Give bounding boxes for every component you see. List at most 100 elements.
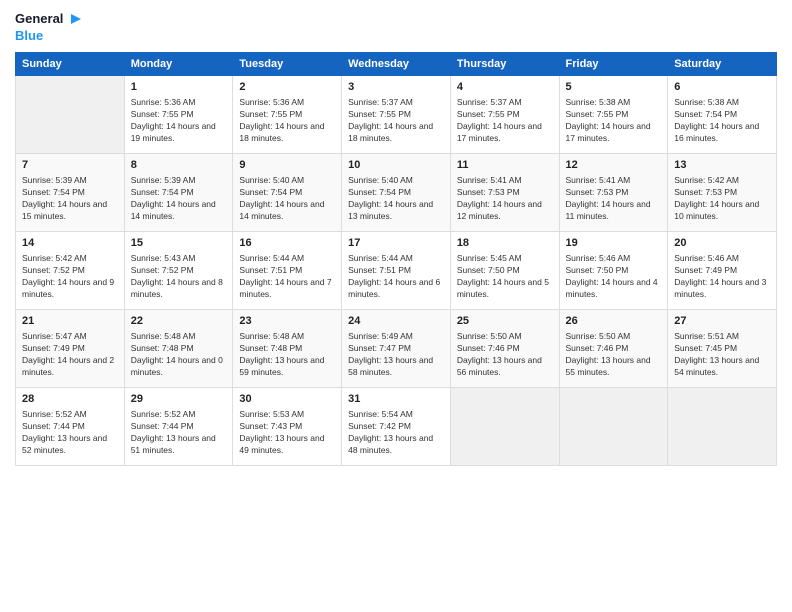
logo-text-blue: Blue — [15, 28, 43, 44]
calendar-cell: 31Sunrise: 5:54 AMSunset: 7:42 PMDayligh… — [342, 387, 451, 465]
week-row-2: 14Sunrise: 5:42 AMSunset: 7:52 PMDayligh… — [16, 231, 777, 309]
day-number: 1 — [131, 80, 227, 95]
calendar-cell — [559, 387, 668, 465]
day-info: Sunrise: 5:44 AMSunset: 7:51 PMDaylight:… — [239, 253, 335, 301]
calendar-cell: 21 Sunrise: 5:47 AMSunset: 7:49 PMDayligh… — [16, 309, 125, 387]
day-number: 23 — [239, 314, 335, 329]
day-info: Sunrise: 5:52 AMSunset: 7:44 PMDaylight:… — [131, 409, 227, 457]
col-header-saturday: Saturday — [668, 52, 777, 75]
day-info: Sunrise: 5:50 AMSunset: 7:46 PMDaylight:… — [566, 331, 662, 379]
calendar-cell: 19 Sunrise: 5:46 AMSunset: 7:50 PMDayligh… — [559, 231, 668, 309]
week-row-0: 1 Sunrise: 5:36 AMSunset: 7:55 PMDaylight… — [16, 75, 777, 153]
calendar-cell: 8Sunrise: 5:39 AMSunset: 7:54 PMDaylight… — [124, 153, 233, 231]
day-info: Sunrise: 5:50 AMSunset: 7:46 PMDaylight:… — [457, 331, 553, 379]
day-info: Sunrise: 5:44 AMSunset: 7:51 PMDaylight:… — [348, 253, 444, 301]
day-number: 11 — [457, 158, 553, 173]
day-info: Sunrise: 5:53 AMSunset: 7:43 PMDaylight:… — [239, 409, 335, 457]
calendar-cell: 22Sunrise: 5:48 AMSunset: 7:48 PMDayligh… — [124, 309, 233, 387]
page: General Blue SundayMondayTuesdayWednesda… — [0, 0, 792, 612]
calendar-cell: 18 Sunrise: 5:45 AMSunset: 7:50 PMDayligh… — [450, 231, 559, 309]
day-number: 9 — [239, 158, 335, 173]
day-number: 15 — [131, 236, 227, 251]
col-header-monday: Monday — [124, 52, 233, 75]
day-number: 12 — [566, 158, 662, 173]
calendar-cell: 25 Sunrise: 5:50 AMSunset: 7:46 PMDayligh… — [450, 309, 559, 387]
day-number: 14 — [22, 236, 118, 251]
day-info: Sunrise: 5:41 AMSunset: 7:53 PMDaylight:… — [457, 175, 553, 223]
day-info: Sunrise: 5:49 AMSunset: 7:47 PMDaylight:… — [348, 331, 444, 379]
col-header-thursday: Thursday — [450, 52, 559, 75]
calendar-cell: 17Sunrise: 5:44 AMSunset: 7:51 PMDayligh… — [342, 231, 451, 309]
calendar-cell — [668, 387, 777, 465]
day-number: 3 — [348, 80, 444, 95]
day-info: Sunrise: 5:41 AMSunset: 7:53 PMDaylight:… — [566, 175, 662, 223]
calendar-cell: 4Sunrise: 5:37 AMSunset: 7:55 PMDaylight… — [450, 75, 559, 153]
day-number: 25 — [457, 314, 553, 329]
day-info: Sunrise: 5:42 AMSunset: 7:53 PMDaylight:… — [674, 175, 770, 223]
day-number: 2 — [239, 80, 335, 95]
day-number: 30 — [239, 392, 335, 407]
day-info: Sunrise: 5:54 AMSunset: 7:42 PMDaylight:… — [348, 409, 444, 457]
calendar-cell: 15 Sunrise: 5:43 AMSunset: 7:52 PMDayligh… — [124, 231, 233, 309]
calendar-table: SundayMondayTuesdayWednesdayThursdayFrid… — [15, 52, 777, 466]
day-info: Sunrise: 5:38 AMSunset: 7:54 PMDaylight:… — [674, 97, 770, 145]
day-info: Sunrise: 5:47 AMSunset: 7:49 PMDaylight:… — [22, 331, 118, 379]
calendar-cell: 26 Sunrise: 5:50 AMSunset: 7:46 PMDayligh… — [559, 309, 668, 387]
calendar-cell: 30 Sunrise: 5:53 AMSunset: 7:43 PMDayligh… — [233, 387, 342, 465]
day-number: 18 — [457, 236, 553, 251]
calendar-cell: 14Sunrise: 5:42 AMSunset: 7:52 PMDayligh… — [16, 231, 125, 309]
calendar-cell: 9Sunrise: 5:40 AMSunset: 7:54 PMDaylight… — [233, 153, 342, 231]
day-info: Sunrise: 5:46 AMSunset: 7:50 PMDaylight:… — [566, 253, 662, 301]
day-number: 27 — [674, 314, 770, 329]
day-number: 5 — [566, 80, 662, 95]
day-number: 24 — [348, 314, 444, 329]
calendar-cell: 2 Sunrise: 5:36 AMSunset: 7:55 PMDaylight… — [233, 75, 342, 153]
day-info: Sunrise: 5:43 AMSunset: 7:52 PMDaylight:… — [131, 253, 227, 301]
day-info: Sunrise: 5:52 AMSunset: 7:44 PMDaylight:… — [22, 409, 118, 457]
logo: General Blue — [15, 10, 85, 44]
day-info: Sunrise: 5:48 AMSunset: 7:48 PMDaylight:… — [239, 331, 335, 379]
calendar-cell: 13 Sunrise: 5:42 AMSunset: 7:53 PMDayligh… — [668, 153, 777, 231]
calendar-cell: 23 Sunrise: 5:48 AMSunset: 7:48 PMDayligh… — [233, 309, 342, 387]
day-info: Sunrise: 5:36 AMSunset: 7:55 PMDaylight:… — [131, 97, 227, 145]
day-number: 13 — [674, 158, 770, 173]
day-info: Sunrise: 5:39 AMSunset: 7:54 PMDaylight:… — [22, 175, 118, 223]
day-number: 22 — [131, 314, 227, 329]
day-info: Sunrise: 5:39 AMSunset: 7:54 PMDaylight:… — [131, 175, 227, 223]
day-number: 16 — [239, 236, 335, 251]
col-header-wednesday: Wednesday — [342, 52, 451, 75]
col-header-tuesday: Tuesday — [233, 52, 342, 75]
day-info: Sunrise: 5:38 AMSunset: 7:55 PMDaylight:… — [566, 97, 662, 145]
day-info: Sunrise: 5:45 AMSunset: 7:50 PMDaylight:… — [457, 253, 553, 301]
header-row: SundayMondayTuesdayWednesdayThursdayFrid… — [16, 52, 777, 75]
header: General Blue — [15, 10, 777, 44]
calendar-cell: 10 Sunrise: 5:40 AMSunset: 7:54 PMDayligh… — [342, 153, 451, 231]
col-header-friday: Friday — [559, 52, 668, 75]
day-info: Sunrise: 5:46 AMSunset: 7:49 PMDaylight:… — [674, 253, 770, 301]
day-number: 6 — [674, 80, 770, 95]
calendar-cell: 3 Sunrise: 5:37 AMSunset: 7:55 PMDaylight… — [342, 75, 451, 153]
day-info: Sunrise: 5:40 AMSunset: 7:54 PMDaylight:… — [348, 175, 444, 223]
calendar-cell: 16 Sunrise: 5:44 AMSunset: 7:51 PMDayligh… — [233, 231, 342, 309]
day-number: 7 — [22, 158, 118, 173]
calendar-cell: 24 Sunrise: 5:49 AMSunset: 7:47 PMDayligh… — [342, 309, 451, 387]
day-info: Sunrise: 5:37 AMSunset: 7:55 PMDaylight:… — [457, 97, 553, 145]
day-info: Sunrise: 5:37 AMSunset: 7:55 PMDaylight:… — [348, 97, 444, 145]
calendar-cell: 20 Sunrise: 5:46 AMSunset: 7:49 PMDayligh… — [668, 231, 777, 309]
day-number: 10 — [348, 158, 444, 173]
week-row-4: 28 Sunrise: 5:52 AMSunset: 7:44 PMDayligh… — [16, 387, 777, 465]
day-number: 19 — [566, 236, 662, 251]
logo-arrow-icon — [67, 10, 85, 28]
calendar-cell: 29Sunrise: 5:52 AMSunset: 7:44 PMDayligh… — [124, 387, 233, 465]
day-number: 20 — [674, 236, 770, 251]
day-info: Sunrise: 5:36 AMSunset: 7:55 PMDaylight:… — [239, 97, 335, 145]
day-number: 28 — [22, 392, 118, 407]
day-info: Sunrise: 5:51 AMSunset: 7:45 PMDaylight:… — [674, 331, 770, 379]
col-header-sunday: Sunday — [16, 52, 125, 75]
calendar-cell: 27 Sunrise: 5:51 AMSunset: 7:45 PMDayligh… — [668, 309, 777, 387]
day-number: 21 — [22, 314, 118, 329]
calendar-cell: 5 Sunrise: 5:38 AMSunset: 7:55 PMDaylight… — [559, 75, 668, 153]
calendar-cell — [16, 75, 125, 153]
calendar-cell: 6 Sunrise: 5:38 AMSunset: 7:54 PMDaylight… — [668, 75, 777, 153]
day-number: 26 — [566, 314, 662, 329]
